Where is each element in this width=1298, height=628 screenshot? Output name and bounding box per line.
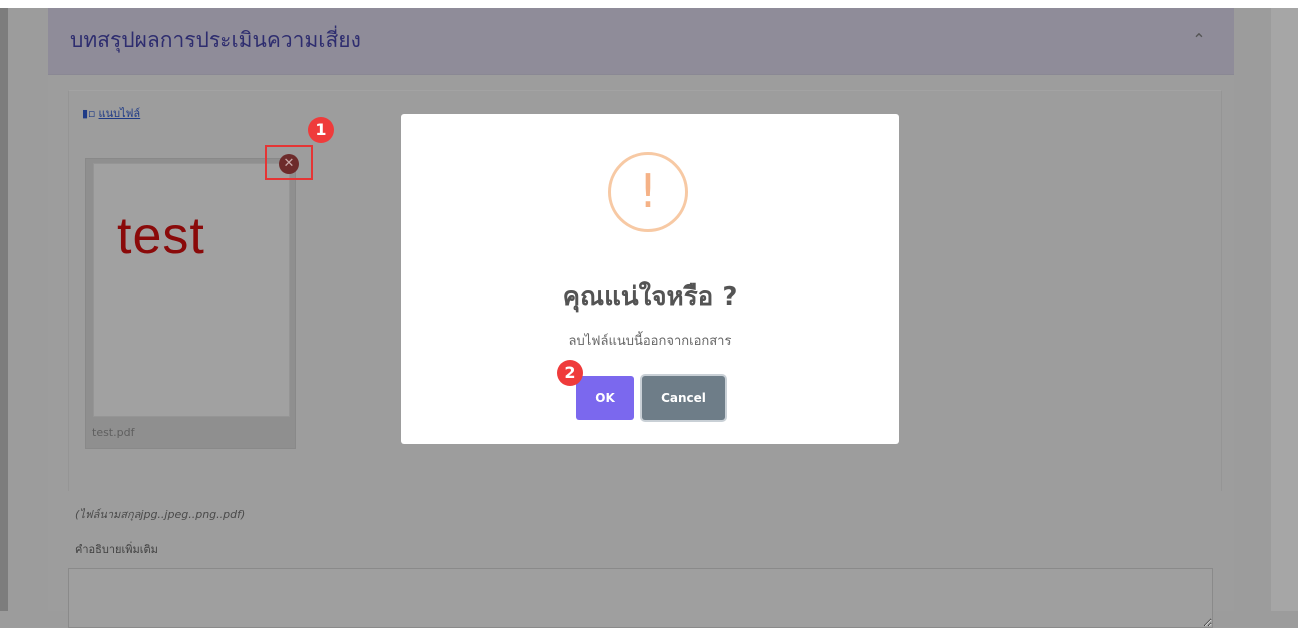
dialog-message: ลบไฟล์แนบนี้ออกจากเอกสาร (568, 334, 732, 349)
attach-file-label: แนบไฟล์ (98, 107, 141, 120)
chevron-up-icon[interactable]: ⌃ (1188, 29, 1210, 51)
pdf-preview-text: test (117, 207, 205, 265)
scrollbar-track[interactable] (1271, 8, 1298, 611)
attach-file-link[interactable]: ▮▫ แนบไฟล์ (82, 104, 140, 122)
file-type-note: (ไฟล์นามสกุลjpg..jpeg..png..pdf) (75, 508, 246, 521)
panel-title: บทสรุปผลการประเมินความเสี่ยง (70, 28, 361, 52)
window-top-edge (0, 0, 1298, 8)
ok-button[interactable]: OK (576, 376, 634, 420)
panel-header[interactable]: บทสรุปผลการประเมินความเสี่ยง ⌃ (48, 8, 1234, 75)
description-label: คำอธิบายเพิ่มเติม (75, 543, 158, 556)
description-textarea[interactable] (68, 568, 1213, 628)
step-badge-1: 1 (308, 117, 334, 143)
pdf-preview-page (93, 163, 290, 417)
confirm-dialog: ! คุณแน่ใจหรือ ? ลบไฟล์แนบนี้ออกจากเอกสา… (401, 114, 899, 444)
window-left-edge (0, 8, 8, 611)
dialog-title: คุณแน่ใจหรือ ? (562, 282, 738, 312)
cancel-button[interactable]: Cancel (642, 376, 725, 420)
step-badge-2: 2 (557, 360, 583, 386)
file-icon: ▮▫ (82, 107, 96, 120)
attachment-filename: test.pdf (92, 426, 135, 439)
warning-icon: ! (608, 152, 688, 232)
close-circle-icon[interactable]: ✕ (279, 154, 299, 174)
